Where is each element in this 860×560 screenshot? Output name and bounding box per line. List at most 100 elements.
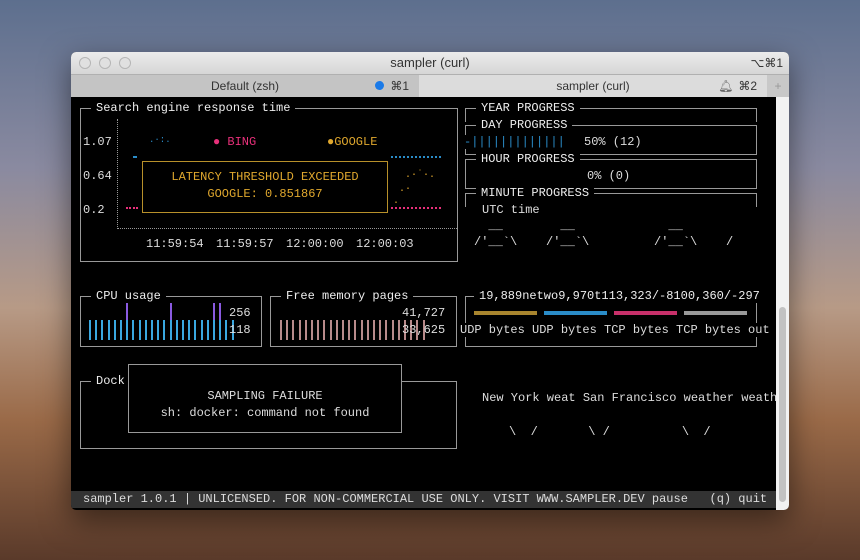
panel-title: 19,889netwo9,970t113,323/-8100,360/-297 bbox=[474, 289, 765, 303]
sparkline-bar bbox=[213, 303, 215, 320]
latency-alert: LATENCY THRESHOLD EXCEEDED GOOGLE: 0.851… bbox=[142, 161, 388, 213]
alert-title: LATENCY THRESHOLD EXCEEDED bbox=[171, 170, 359, 184]
cpu-current: 118 bbox=[229, 323, 251, 337]
sparkline-bar bbox=[188, 320, 191, 340]
sparkline-bar bbox=[397, 320, 400, 340]
tab-label: Default (zsh) bbox=[210, 79, 280, 93]
sparkline-bar bbox=[169, 303, 172, 320]
minimize-button[interactable] bbox=[99, 57, 111, 69]
hour-progress-value: 0% (0) bbox=[587, 169, 631, 183]
x-tick: 12:00:00 bbox=[286, 237, 344, 251]
panel-title: CPU usage bbox=[91, 289, 166, 303]
error-message: sh: docker: command not found bbox=[160, 406, 370, 420]
sparkline-bar bbox=[304, 320, 307, 340]
sparkline-bar bbox=[126, 320, 129, 340]
network-labels: UDP bytes UDP bytes TCP bytes TCP bytes … bbox=[460, 323, 770, 337]
sparkline-bar bbox=[342, 320, 344, 340]
panel-title: YEAR PROGRESS bbox=[476, 101, 580, 115]
day-progress-value: 50% (12) bbox=[580, 135, 646, 149]
error-title: SAMPLING FAILURE bbox=[207, 389, 323, 403]
sparkline-bar bbox=[335, 320, 338, 340]
sparkline-bar bbox=[213, 320, 215, 340]
tab-key: ⌘1 bbox=[390, 79, 409, 93]
sparkline-bar bbox=[113, 320, 116, 340]
sparkline-bar bbox=[200, 320, 203, 340]
memory-max: 41,727 bbox=[402, 306, 446, 320]
sparkline-bar bbox=[151, 320, 153, 340]
sparkline-bar bbox=[182, 320, 184, 340]
alert-message: GOOGLE: 0.851867 bbox=[207, 187, 323, 201]
sparkline-bar bbox=[366, 320, 369, 340]
x-tick: 11:59:57 bbox=[216, 237, 274, 251]
series-google-curve: .·˙·. .· · bbox=[393, 170, 436, 209]
network-panel: 19,889netwo9,970t113,323/-8100,360/-297 bbox=[465, 289, 765, 347]
clock-ascii-1: __ __ __ bbox=[474, 219, 683, 233]
sparkline-bar bbox=[89, 320, 91, 340]
panel-title: HOUR PROGRESS bbox=[476, 152, 580, 166]
tab-label: sampler (curl) bbox=[556, 79, 630, 93]
sparkline-bar bbox=[317, 320, 320, 340]
sparkline-bar bbox=[169, 320, 172, 340]
sparkline-bar bbox=[280, 320, 282, 340]
sparkline-bar bbox=[157, 320, 160, 340]
y-tick: 0.64 bbox=[83, 169, 112, 183]
legend-google: ●GOOGLE bbox=[327, 135, 378, 149]
y-tick: 1.07 bbox=[83, 135, 112, 149]
series-blue-line-left bbox=[133, 156, 137, 158]
sparkline-bar bbox=[348, 320, 351, 340]
panel-title: Search engine response time bbox=[91, 101, 296, 115]
x-axis bbox=[117, 228, 457, 229]
window-title: sampler (curl) bbox=[390, 55, 470, 70]
activity-dot-icon bbox=[375, 81, 385, 90]
legend-label: GOOGLE bbox=[334, 135, 378, 149]
bell-icon: 🔔︎ bbox=[718, 79, 734, 93]
sparkline-bar bbox=[219, 303, 222, 320]
status-bar: sampler 1.0.1 | UNLICENSED. FOR NON-COMM… bbox=[71, 491, 776, 508]
sparkline-bar bbox=[219, 320, 222, 340]
panel-title: Free memory pages bbox=[281, 289, 414, 303]
sparkline-bar bbox=[373, 320, 375, 340]
weather-labels: New York weat San Francisco weather weat… bbox=[482, 391, 778, 405]
sparkline-bar bbox=[379, 320, 382, 340]
sparkline-bar bbox=[298, 320, 301, 340]
sparkline-bar bbox=[101, 320, 104, 340]
scrollbar-thumb[interactable] bbox=[779, 307, 786, 502]
weather-ascii: \ / \ / \ / bbox=[509, 425, 711, 439]
sparkline-bar bbox=[311, 320, 313, 340]
sampling-failure-popup: SAMPLING FAILURE sh: docker: command not… bbox=[128, 364, 402, 433]
sparkline-bar bbox=[95, 320, 98, 340]
tab-sampler-curl[interactable]: sampler (curl) 🔔︎ ⌘2 bbox=[419, 75, 767, 97]
new-tab-button[interactable]: + bbox=[767, 75, 789, 97]
network-legend-bar bbox=[614, 311, 677, 315]
panel-title: DAY PROGRESS bbox=[476, 118, 573, 132]
series-blue-line bbox=[391, 156, 441, 158]
tab-default-zsh[interactable]: Default (zsh) ⌘1 bbox=[71, 75, 419, 97]
scrollbar[interactable] bbox=[776, 97, 789, 510]
close-button[interactable] bbox=[79, 57, 91, 69]
zoom-button[interactable] bbox=[119, 57, 131, 69]
sparkline-bar bbox=[286, 320, 289, 340]
series-bing-line-left bbox=[126, 207, 138, 209]
tab-bar: Default (zsh) ⌘1 sampler (curl) 🔔︎ ⌘2 + bbox=[71, 74, 789, 97]
sparkline-bar bbox=[107, 320, 110, 340]
sparkline-bar bbox=[138, 320, 141, 340]
terminal-window: sampler (curl) ⌥⌘1 Default (zsh) ⌘1 sampl… bbox=[71, 52, 789, 510]
sparkline-bar bbox=[354, 320, 357, 340]
sparkline-bar bbox=[126, 303, 129, 320]
sparkline-bar bbox=[206, 320, 209, 340]
sparkline-bar bbox=[391, 320, 394, 340]
network-legend-bar bbox=[474, 311, 537, 315]
panel-title: Dock bbox=[91, 374, 130, 388]
title-bar: sampler (curl) ⌥⌘1 bbox=[71, 52, 789, 74]
memory-current: 33,625 bbox=[402, 323, 446, 337]
sparkline-bar bbox=[323, 320, 326, 340]
window-shortcut: ⌥⌘1 bbox=[750, 56, 783, 70]
y-tick: 0.2 bbox=[83, 203, 105, 217]
x-tick: 11:59:54 bbox=[146, 237, 204, 251]
clock-ascii-2: /'__`\ /'__`\ /'__`\ / bbox=[474, 235, 734, 249]
sparkline-bar bbox=[385, 320, 388, 340]
tab-key: ⌘2 bbox=[738, 79, 757, 93]
sparkline-bar bbox=[225, 320, 228, 340]
sparkline-bar bbox=[120, 320, 122, 340]
sparkline-bar bbox=[360, 320, 363, 340]
